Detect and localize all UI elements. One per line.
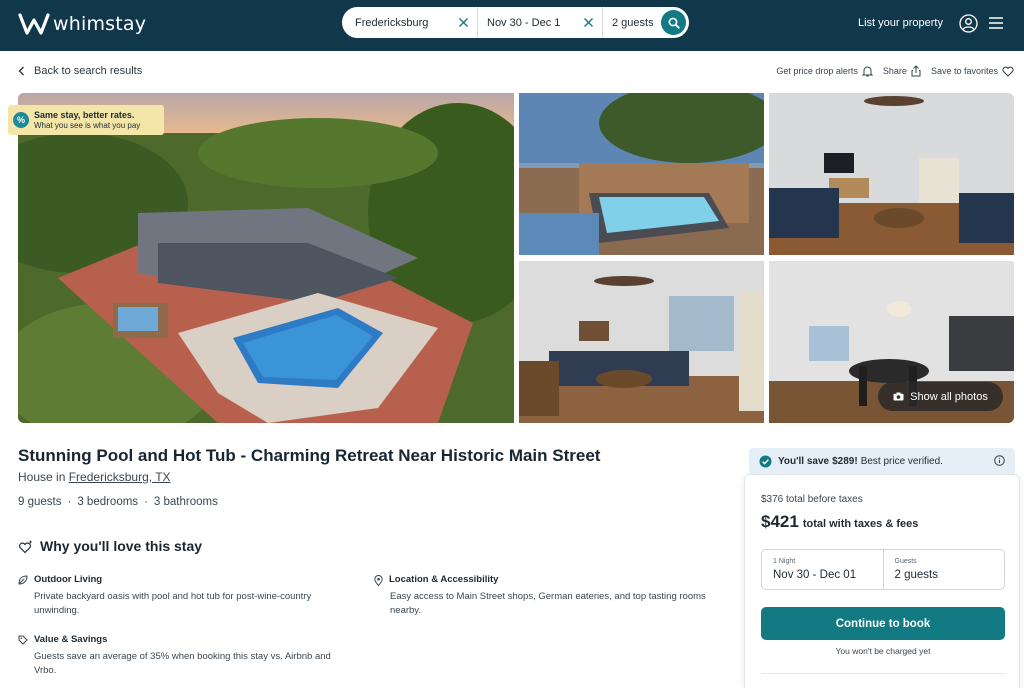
feature-outdoor-living: Outdoor Living Private backyard oasis wi… xyxy=(18,573,358,618)
list-property-link[interactable]: List your property xyxy=(858,17,943,29)
photo-hot-tub[interactable] xyxy=(519,93,764,255)
whimstay-logo-icon xyxy=(18,13,50,35)
savings-amount: $289! xyxy=(832,455,858,467)
feature-text: Easy access to Main Street shops, German… xyxy=(390,591,706,616)
booking-panel: $376 total before taxes $421 total with … xyxy=(744,474,1020,688)
dates-field[interactable]: Nov 30 - Dec 1 xyxy=(478,7,603,38)
no-charge-note: You won't be charged yet xyxy=(835,646,931,656)
location-field[interactable]: Fredericksburg xyxy=(342,7,478,38)
photo-sitting-room[interactable] xyxy=(519,261,764,423)
share-icon xyxy=(911,65,921,77)
price-alert-button[interactable]: Get price drop alerts xyxy=(776,65,873,77)
clear-location-icon[interactable] xyxy=(458,17,469,28)
bedroom-count: 3 bedrooms xyxy=(77,496,139,508)
save-favorites-label: Save to favorites xyxy=(930,66,998,76)
bell-icon xyxy=(861,66,873,77)
hamburger-menu-icon[interactable] xyxy=(989,16,1003,30)
feature-title: Outdoor Living xyxy=(34,574,103,585)
heart-icon xyxy=(1002,66,1014,77)
total-price: $421 total with taxes & fees xyxy=(761,512,918,532)
chevron-left-icon xyxy=(18,66,24,76)
listing-location-link[interactable]: Fredericksburg, TX xyxy=(69,470,171,484)
discount-icon: % xyxy=(13,112,29,128)
tag-icon xyxy=(18,635,28,645)
back-label: Back to search results xyxy=(34,65,143,77)
nights-label: 1 Night xyxy=(773,558,796,565)
listing-type: House in xyxy=(18,470,66,484)
dates-selector[interactable]: 1 Night Nov 30 - Dec 01 xyxy=(762,550,883,589)
sitting-room-image xyxy=(519,261,764,423)
guest-count: 9 guests xyxy=(18,496,62,508)
search-button[interactable] xyxy=(661,10,686,35)
leaf-icon xyxy=(18,575,28,585)
brand-logo[interactable]: whimstay xyxy=(18,12,146,36)
share-label: Share xyxy=(882,66,907,76)
show-all-photos-button[interactable]: Show all photos xyxy=(878,382,1003,411)
feature-location: Location & Accessibility Easy access to … xyxy=(374,573,709,618)
dates-value: Nov 30 - Dec 01 xyxy=(773,569,857,581)
badge-title: Same stay, better rates. xyxy=(34,109,135,120)
dates-value: Nov 30 - Dec 1 xyxy=(487,16,561,29)
show-all-photos-label: Show all photos xyxy=(910,390,988,403)
total-label: total with taxes & fees xyxy=(802,518,919,530)
living-room-image xyxy=(769,93,1014,255)
savings-banner: You'll save $289! Best price verified. xyxy=(749,448,1015,474)
check-badge-icon xyxy=(759,455,772,467)
search-icon xyxy=(668,17,680,29)
bathroom-count: 3 bathrooms xyxy=(153,496,218,508)
hot-tub-image xyxy=(519,93,764,255)
main-photo-pool-aerial[interactable] xyxy=(18,93,514,423)
feature-value-savings: Value & Savings Guests save an average o… xyxy=(18,633,353,678)
why-love-heading: Why you'll love this stay xyxy=(18,538,202,554)
price-before-taxes: $376 total before taxes xyxy=(761,494,863,505)
guests-value: 2 guests xyxy=(894,569,938,581)
save-favorites-button[interactable]: Save to favorites xyxy=(931,66,1014,77)
info-icon[interactable] xyxy=(994,455,1005,466)
guests-value: 2 guests xyxy=(612,16,654,29)
camera-icon xyxy=(893,392,904,401)
badge-subtitle: What you see is what you pay xyxy=(34,120,141,130)
guests-label: Guests xyxy=(894,558,917,565)
savings-note: Best price verified. xyxy=(860,455,943,467)
clear-dates-icon[interactable] xyxy=(583,17,594,28)
guests-selector[interactable]: Guests 2 guests xyxy=(882,550,1005,589)
search-bar: Fredericksburg Nov 30 - Dec 1 2 guests xyxy=(342,7,689,38)
feature-title: Location & Accessibility xyxy=(389,574,499,585)
feature-text: Private backyard oasis with pool and hot… xyxy=(34,591,312,616)
back-to-results-link[interactable]: Back to search results xyxy=(18,65,142,77)
savings-prefix: You'll save xyxy=(778,455,830,467)
separator: · xyxy=(67,496,72,508)
listing-title: Stunning Pool and Hot Tub - Charming Ret… xyxy=(18,446,601,465)
account-icon[interactable] xyxy=(959,14,978,33)
aerial-pool-image xyxy=(18,93,514,423)
location-pin-icon xyxy=(374,574,383,586)
listing-facts: 9 guests · 3 bedrooms · 3 bathrooms xyxy=(18,496,218,508)
photo-living-room[interactable] xyxy=(769,93,1014,255)
divider xyxy=(761,673,1005,674)
stay-details-box: 1 Night Nov 30 - Dec 01 Guests 2 guests xyxy=(761,549,1005,590)
brand-name: whimstay xyxy=(53,13,147,35)
listing-subtitle: House in Fredericksburg, TX xyxy=(18,470,171,484)
feature-text: Guests save an average of 35% when booki… xyxy=(34,651,331,676)
price-alert-label: Get price drop alerts xyxy=(776,66,858,76)
listing-actions: Get price drop alerts Share Save to favo… xyxy=(766,65,1014,77)
feature-title: Value & Savings xyxy=(34,634,108,645)
location-value: Fredericksburg xyxy=(355,16,429,29)
separator: · xyxy=(144,496,148,508)
total-amount: $421 xyxy=(761,512,799,531)
best-rate-badge: % Same stay, better rates. What you see … xyxy=(8,105,164,135)
sparkle-heart-icon xyxy=(19,539,33,553)
top-nav: whimstay Fredericksburg Nov 30 - Dec 1 2… xyxy=(0,0,1024,51)
share-button[interactable]: Share xyxy=(883,65,921,77)
why-love-title: Why you'll love this stay xyxy=(40,538,203,554)
continue-to-book-button[interactable]: Continue to book xyxy=(761,607,1005,640)
